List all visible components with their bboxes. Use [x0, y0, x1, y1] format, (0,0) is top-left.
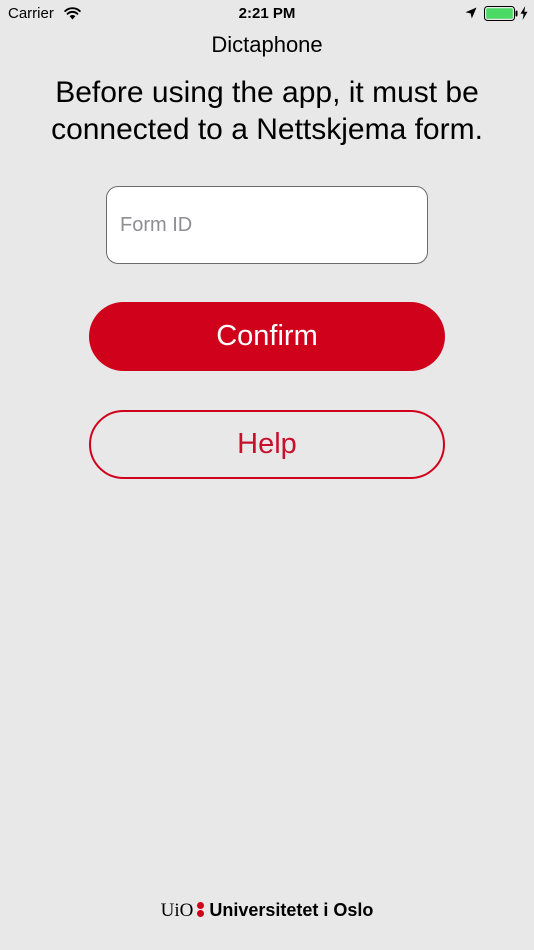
uio-logo: UiO Universitetet i Oslo — [0, 900, 534, 922]
nav-title: Dictaphone — [211, 32, 323, 57]
status-bar: Carrier 2:21 PM — [0, 0, 534, 28]
logo-dots-icon — [197, 901, 205, 917]
logo-mark: UiO — [160, 900, 194, 921]
status-time: 2:21 PM — [238, 5, 296, 22]
form-id-input[interactable] — [106, 186, 428, 264]
confirm-button[interactable]: Confirm — [89, 302, 445, 371]
logo-name: Universitetet i Oslo — [209, 900, 374, 920]
charging-bolt-icon — [520, 6, 528, 20]
intro-text: Before using the app, it must be connect… — [51, 76, 483, 146]
help-button[interactable]: Help — [89, 410, 445, 479]
battery-icon — [484, 6, 518, 21]
location-arrow-icon — [465, 7, 477, 19]
